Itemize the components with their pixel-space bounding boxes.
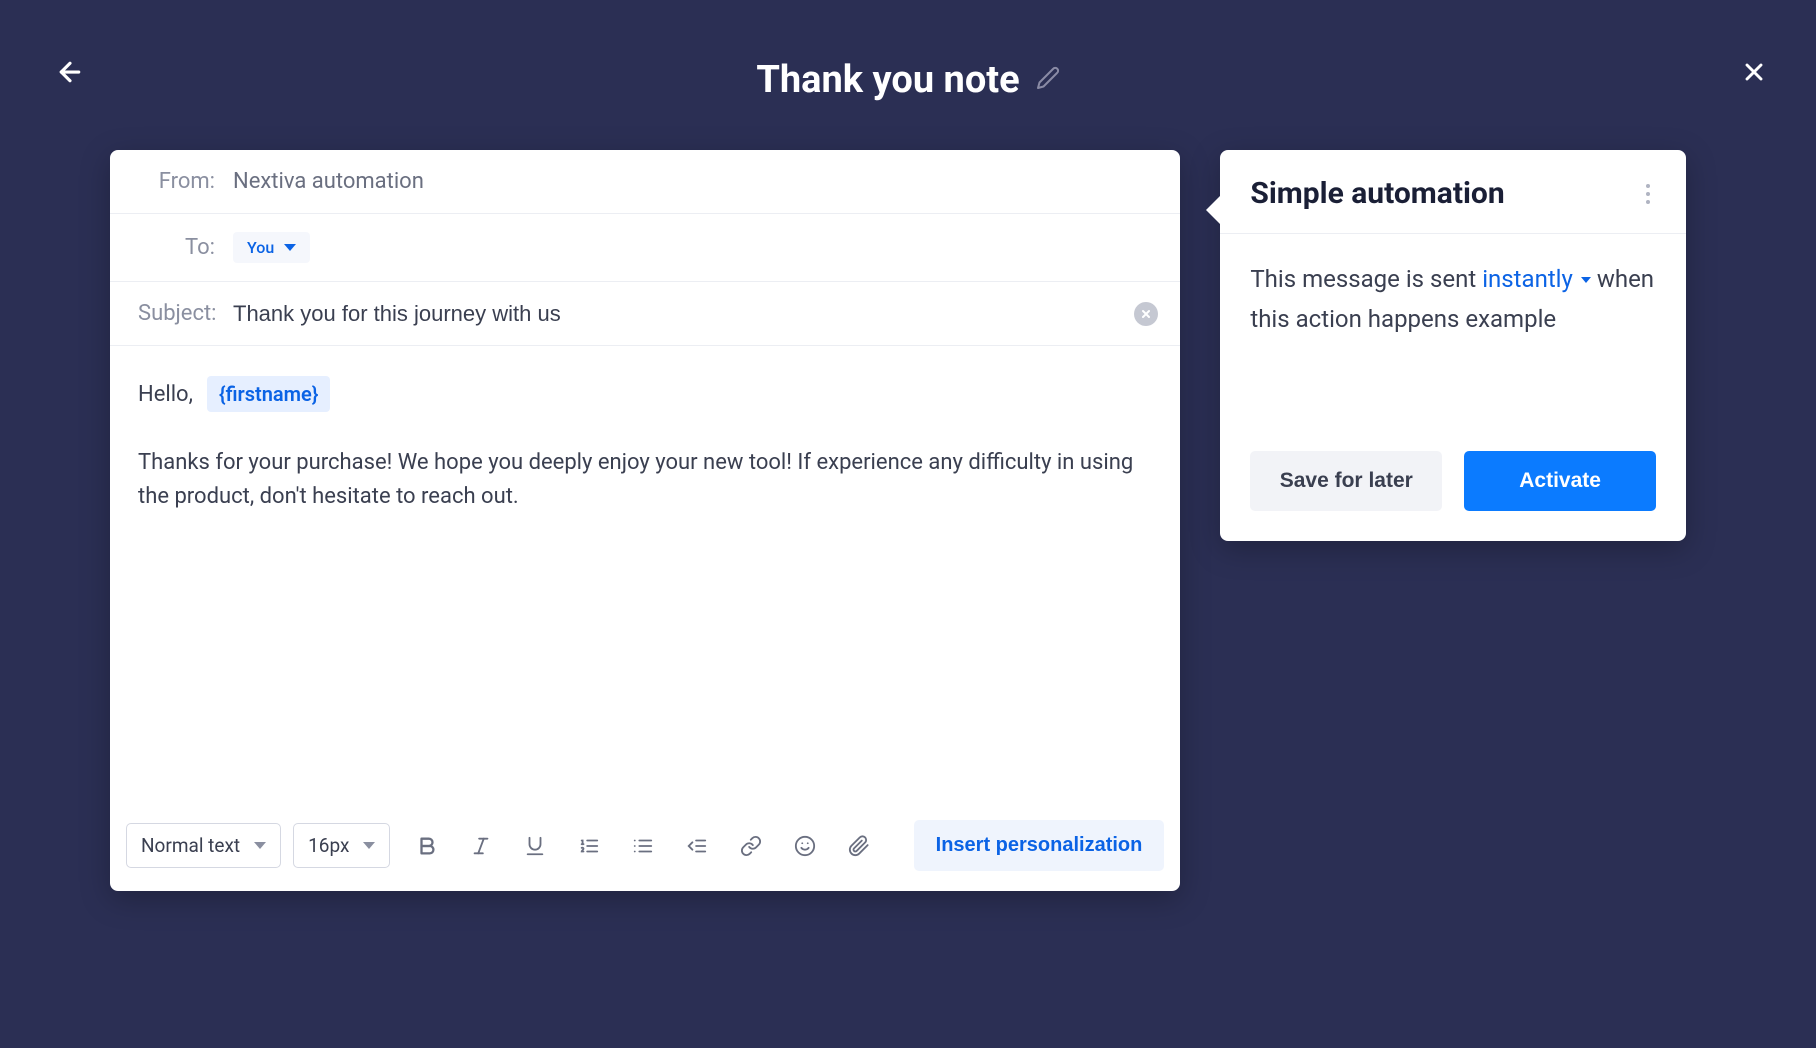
automation-description: This message is sent instantly when this… <box>1220 234 1686 429</box>
italic-icon <box>470 835 492 857</box>
x-icon <box>1140 308 1152 320</box>
italic-button[interactable] <box>460 825 502 867</box>
page-title: Thank you note <box>756 58 1019 102</box>
edit-title-button[interactable] <box>1036 66 1060 94</box>
ordered-list-icon <box>578 835 600 857</box>
clear-subject-button[interactable] <box>1134 302 1158 326</box>
text-style-value: Normal text <box>141 834 240 857</box>
to-dropdown[interactable]: You <box>233 232 310 263</box>
subject-row: Subject: <box>110 282 1180 346</box>
text-style-dropdown[interactable]: Normal text <box>126 823 281 868</box>
arrow-left-icon <box>55 57 85 87</box>
unordered-list-button[interactable] <box>622 825 664 867</box>
outdent-icon <box>686 835 708 857</box>
chevron-down-icon <box>254 842 266 849</box>
to-row: To: You <box>110 214 1180 282</box>
pencil-icon <box>1036 66 1060 90</box>
underline-button[interactable] <box>514 825 556 867</box>
dots-icon <box>1646 184 1650 188</box>
save-for-later-button[interactable]: Save for later <box>1250 451 1442 511</box>
automation-panel: Simple automation This message is sent i… <box>1220 150 1686 541</box>
greeting-text: Hello, <box>138 382 193 407</box>
to-value-text: You <box>247 238 274 257</box>
subject-label: Subject: <box>138 301 233 326</box>
chevron-down-icon <box>1581 277 1591 283</box>
emoji-icon <box>794 835 816 857</box>
greeting-line: Hello, {firstname} <box>138 376 1152 412</box>
insert-personalization-button[interactable]: Insert personalization <box>914 820 1165 871</box>
close-button[interactable] <box>1732 50 1776 94</box>
email-composer: From: Nextiva automation To: You Subject… <box>110 150 1180 891</box>
editor-toolbar: Normal text 16px <box>110 806 1180 891</box>
body-text: Thanks for your purchase! We hope you de… <box>138 446 1152 514</box>
link-icon <box>740 835 762 857</box>
font-size-value: 16px <box>308 834 349 857</box>
back-button[interactable] <box>48 50 92 94</box>
from-value: Nextiva automation <box>233 169 424 194</box>
from-label: From: <box>138 169 233 194</box>
paperclip-icon <box>848 835 870 857</box>
font-size-dropdown[interactable]: 16px <box>293 823 390 868</box>
chevron-down-icon <box>363 842 375 849</box>
link-button[interactable] <box>730 825 772 867</box>
unordered-list-icon <box>632 835 654 857</box>
to-label: To: <box>138 235 233 260</box>
automation-title: Simple automation <box>1250 176 1504 211</box>
bold-button[interactable] <box>406 825 448 867</box>
close-icon <box>1740 58 1768 86</box>
from-row: From: Nextiva automation <box>110 150 1180 214</box>
attachment-button[interactable] <box>838 825 880 867</box>
timing-value: instantly <box>1482 260 1573 300</box>
outdent-button[interactable] <box>676 825 718 867</box>
email-body-editor[interactable]: Hello, {firstname} Thanks for your purch… <box>110 346 1180 806</box>
bold-icon <box>416 835 438 857</box>
personalization-token[interactable]: {firstname} <box>207 376 330 412</box>
header: Thank you note <box>0 0 1816 120</box>
timing-dropdown[interactable]: instantly <box>1482 260 1591 300</box>
subject-input[interactable] <box>233 301 1152 327</box>
desc-prefix: This message is sent <box>1250 265 1476 293</box>
underline-icon <box>524 835 546 857</box>
more-menu-button[interactable] <box>1640 178 1656 210</box>
chevron-down-icon <box>284 244 296 251</box>
activate-button[interactable]: Activate <box>1464 451 1656 511</box>
ordered-list-button[interactable] <box>568 825 610 867</box>
emoji-button[interactable] <box>784 825 826 867</box>
